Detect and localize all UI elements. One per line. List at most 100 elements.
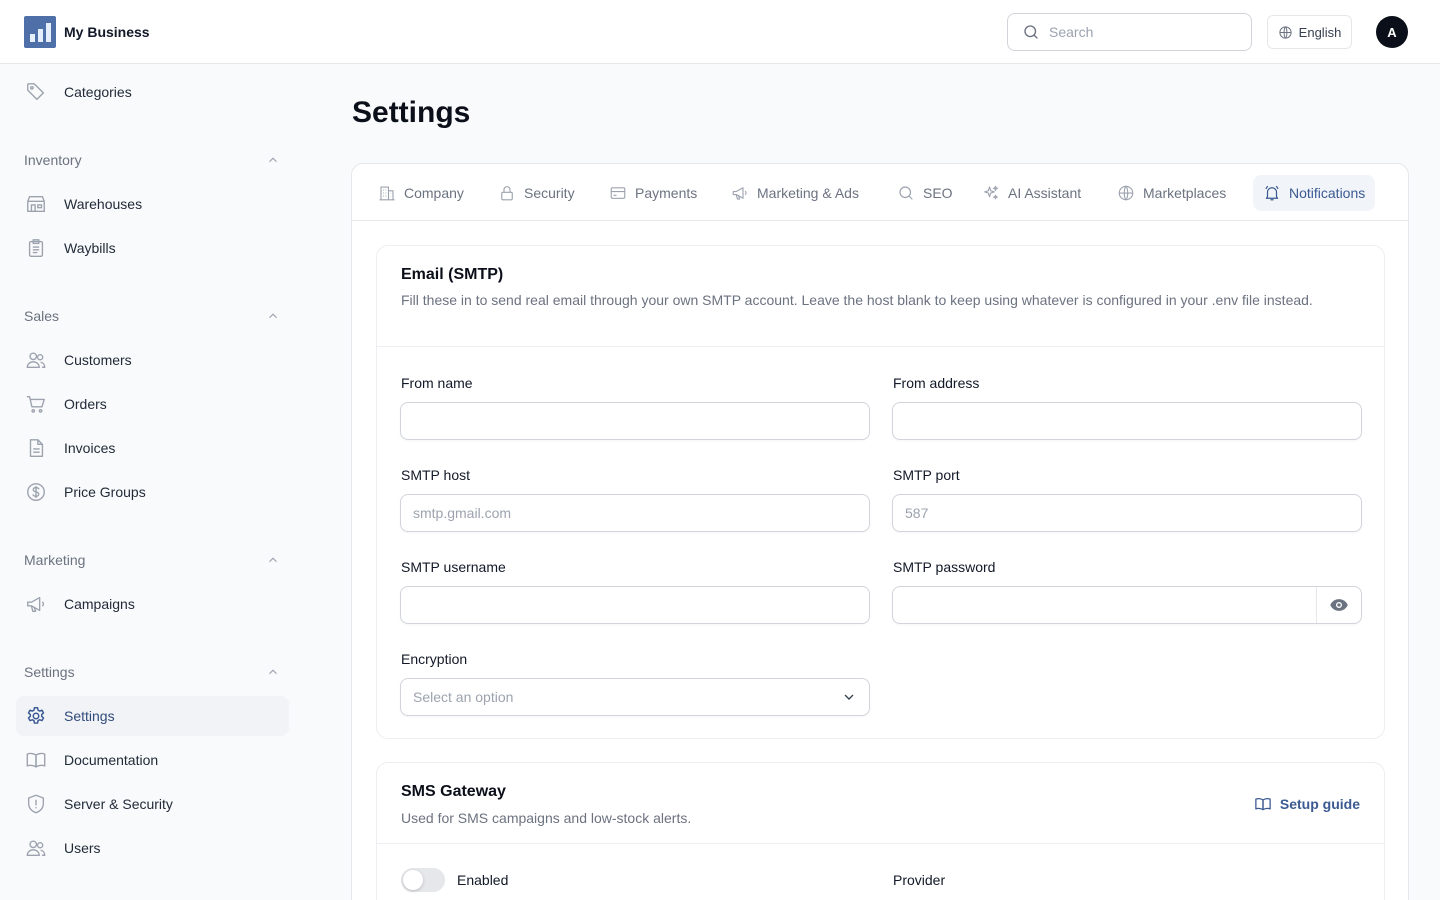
encryption-select-value: Select an option <box>413 689 514 705</box>
sms-card-header: SMS Gateway Used for SMS campaigns and l… <box>377 763 1384 844</box>
group-label: Marketing <box>24 552 86 568</box>
tab-label: AI Assistant <box>1008 185 1082 201</box>
group-label: Inventory <box>24 152 82 168</box>
chevron-up-icon <box>269 669 277 675</box>
sidebar-item-label: Categories <box>64 84 132 100</box>
sms-gateway-card: SMS Gateway Used for SMS campaigns and l… <box>376 762 1385 900</box>
bell-icon <box>1265 185 1279 201</box>
sidebar-item-label: Settings <box>64 708 115 724</box>
sidebar-item-warehouses[interactable]: Warehouses <box>16 184 289 224</box>
group-label: Sales <box>24 308 60 324</box>
smtp-username-label: SMTP username <box>401 559 506 575</box>
tab-label: Security <box>524 185 575 201</box>
bar-chart-logo-icon <box>24 16 56 48</box>
sidebar-item-campaigns[interactable]: Campaigns <box>16 584 289 624</box>
sidebar-item-users[interactable]: Users <box>16 828 289 868</box>
sidebar-item-label: Customers <box>64 352 132 368</box>
tab-security[interactable]: Security <box>488 175 585 211</box>
tab-marketing-ads[interactable]: Marketing & Ads <box>721 175 869 211</box>
tab-label: Marketing & Ads <box>757 185 859 201</box>
shield-exclamation-icon <box>24 792 48 816</box>
email-card-description: Fill these in to send real email through… <box>401 292 1313 308</box>
smtp-username-input[interactable] <box>400 586 870 624</box>
smtp-port-input[interactable] <box>892 494 1362 532</box>
toggle-password-visibility-button[interactable] <box>1316 587 1361 623</box>
tab-label: Notifications <box>1289 185 1366 201</box>
sidebar-item-label: Users <box>64 840 101 856</box>
tab-company[interactable]: Company <box>368 175 474 211</box>
group-settings[interactable]: Settings <box>24 662 280 682</box>
sidebar-item-invoices[interactable]: Invoices <box>16 428 289 468</box>
user-avatar[interactable]: A <box>1376 16 1408 48</box>
tab-label: Payments <box>635 185 698 201</box>
from-address-label: From address <box>893 375 980 391</box>
tag-icon <box>24 80 48 104</box>
setup-guide-link[interactable]: Setup guide <box>1254 795 1360 813</box>
encryption-label: Encryption <box>401 651 468 667</box>
book-icon <box>24 748 48 772</box>
gear-icon <box>24 704 48 728</box>
eye-icon <box>1330 599 1348 611</box>
warehouse-icon <box>24 192 48 216</box>
encryption-select[interactable]: Select an option <box>400 678 870 716</box>
credit-card-icon <box>610 187 626 199</box>
sidebar-item-settings[interactable]: Settings <box>16 696 289 736</box>
sms-card-description: Used for SMS campaigns and low-stock ale… <box>401 810 692 826</box>
sms-enabled-label: Enabled <box>457 872 509 888</box>
sidebar-item-categories[interactable]: Categories <box>16 72 289 112</box>
chevron-up-icon <box>269 157 277 163</box>
globe-icon <box>1279 25 1292 39</box>
sidebar-item-label: Documentation <box>64 752 159 768</box>
brand[interactable]: My Business <box>24 16 150 48</box>
group-inventory[interactable]: Inventory <box>24 150 280 170</box>
book-icon <box>1255 797 1271 811</box>
smtp-password-field <box>892 586 1362 624</box>
language-label: English <box>1298 24 1342 40</box>
smtp-password-input[interactable] <box>893 587 1316 623</box>
lock-icon <box>501 186 513 201</box>
tab-label: Marketplaces <box>1143 185 1227 201</box>
from-name-label: From name <box>401 375 473 391</box>
tab-seo[interactable]: SEO <box>887 175 963 211</box>
users-icon <box>24 348 48 372</box>
tab-marketplaces[interactable]: Marketplaces <box>1107 175 1236 211</box>
tab-payments[interactable]: Payments <box>599 175 707 211</box>
group-sales[interactable]: Sales <box>24 306 280 326</box>
email-card-title: Email (SMTP) <box>401 266 504 283</box>
provider-label: Provider <box>893 872 946 888</box>
tab-ai-assistant[interactable]: AI Assistant <box>972 175 1091 211</box>
sidebar-item-orders[interactable]: Orders <box>16 384 289 424</box>
smtp-host-input[interactable] <box>400 494 870 532</box>
setup-guide-label: Setup guide <box>1279 796 1360 812</box>
page-title: Settings <box>352 96 471 129</box>
from-address-input[interactable] <box>892 402 1362 440</box>
sidebar-item-server-security[interactable]: Server & Security <box>16 784 289 824</box>
smtp-port-label: SMTP port <box>893 467 960 483</box>
app-name: My Business <box>64 24 150 40</box>
from-name-input[interactable] <box>400 402 870 440</box>
group-marketing[interactable]: Marketing <box>24 550 280 570</box>
tab-notifications[interactable]: Notifications <box>1253 175 1376 211</box>
search-icon <box>899 186 913 200</box>
chevron-down-icon <box>844 694 854 700</box>
users-icon <box>24 836 48 860</box>
chevron-up-icon <box>269 313 277 319</box>
sidebar-item-waybills[interactable]: Waybills <box>16 228 289 268</box>
sms-enabled-toggle[interactable] <box>401 868 445 892</box>
globe-icon <box>1118 185 1134 201</box>
tab-label: Company <box>404 185 464 201</box>
language-button[interactable]: English <box>1267 15 1352 49</box>
search-box[interactable]: Search <box>1007 13 1252 51</box>
sidebar-item-customers[interactable]: Customers <box>16 340 289 380</box>
sidebar-item-documentation[interactable]: Documentation <box>16 740 289 780</box>
dollar-circle-icon <box>24 480 48 504</box>
sidebar-item-label: Waybills <box>64 240 116 256</box>
email-card-header: Email (SMTP) Fill these in to send real … <box>377 246 1384 347</box>
chevron-up-icon <box>269 557 277 563</box>
sidebar-item-label: Warehouses <box>64 196 143 212</box>
sidebar-item-label: Server & Security <box>64 796 173 812</box>
group-label: Settings <box>24 664 75 680</box>
sidebar-item-label: Price Groups <box>64 484 146 500</box>
document-icon <box>24 436 48 460</box>
sidebar-item-price-groups[interactable]: Price Groups <box>16 472 289 512</box>
